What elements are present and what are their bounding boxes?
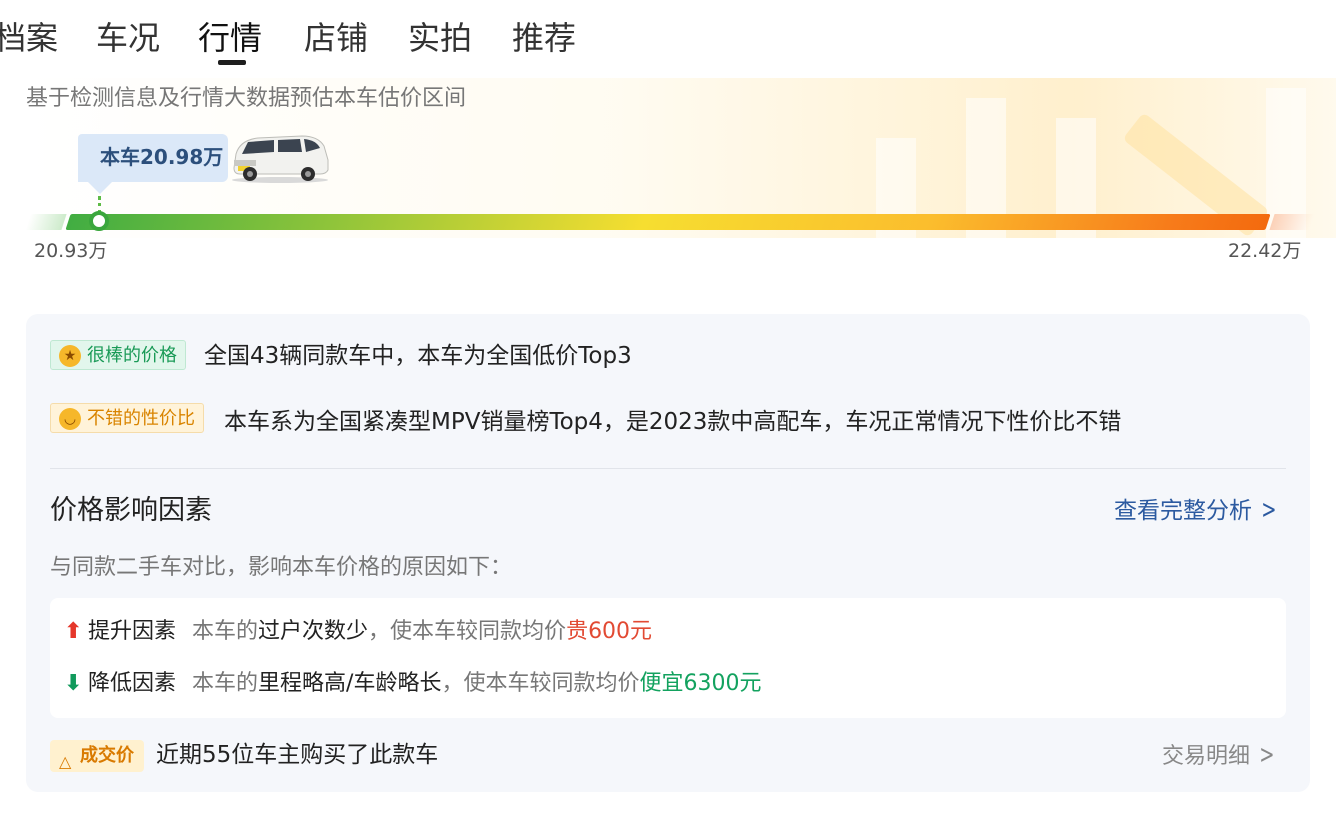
car-thumbnail bbox=[232, 135, 329, 183]
factor-up-middle: ，使本车较同款均价 bbox=[368, 619, 567, 644]
range-bar-right-fade bbox=[1269, 214, 1315, 230]
factor-up-prefix: 本车的 bbox=[192, 619, 259, 644]
transaction-details-label: 交易明细 bbox=[1162, 744, 1251, 769]
great-price-badge-label: 很棒的价格 bbox=[87, 345, 177, 366]
analysis-card: ★ 很棒的价格 全国43辆同款车中，本车为全国低价Top3 ◡ 不错的性价比 本… bbox=[26, 314, 1310, 792]
this-car-marker bbox=[89, 211, 109, 231]
good-value-badge: ◡ 不错的性价比 bbox=[50, 403, 204, 433]
view-full-analysis-label: 查看完整分析 bbox=[1114, 498, 1252, 524]
range-min-label: 20.93万 bbox=[34, 240, 108, 262]
smile-emoji-icon: ◡ bbox=[59, 408, 81, 430]
factor-row-down: ⬇ 降低因素 本车的里程略高/车龄略长，使本车较同款均价便宜6300元 bbox=[64, 668, 761, 700]
tab-condition[interactable]: 车况 bbox=[96, 16, 160, 60]
chevron-right-icon: > bbox=[1261, 495, 1277, 525]
range-bar-left-fade bbox=[25, 214, 67, 230]
divider bbox=[50, 468, 1286, 469]
tab-photos[interactable]: 实拍 bbox=[408, 16, 472, 60]
factor-down-middle: ，使本车较同款均价 bbox=[441, 671, 640, 696]
this-car-price: 本车20.98万 bbox=[100, 145, 224, 169]
factor-down-prefix: 本车的 bbox=[192, 671, 259, 696]
tab-archive[interactable]: 档案 bbox=[0, 16, 58, 60]
factor-up-reason: 过户次数少 bbox=[258, 619, 369, 644]
tab-market[interactable]: 行情 bbox=[198, 16, 262, 60]
tab-recommend[interactable]: 推荐 bbox=[512, 16, 576, 60]
deal-price-badge-label: 成交价 bbox=[80, 745, 134, 766]
good-value-text: 本车系为全国紧凑型MPV销量榜Top4，是2023款中高配车，车况正常情况下性价… bbox=[224, 409, 1122, 435]
factor-box: ⬆ 提升因素 本车的过户次数少，使本车较同款均价贵600元 ⬇ 降低因素 本车的里程略高… bbox=[50, 598, 1286, 718]
star-eyes-emoji-icon: ★ bbox=[59, 345, 81, 367]
view-full-analysis-link[interactable]: 查看完整分析 > bbox=[1114, 492, 1280, 529]
tab-bar: 档案 车况 行情 店铺 实拍 推荐 bbox=[0, 0, 700, 66]
deal-price-badge: △ 成交价 bbox=[50, 740, 144, 772]
factor-row-up: ⬆ 提升因素 本车的过户次数少，使本车较同款均价贵600元 bbox=[64, 616, 652, 648]
active-tab-indicator bbox=[218, 60, 246, 65]
arrow-up-icon: ⬆ bbox=[64, 619, 83, 644]
this-car-price-callout: 本车20.98万 bbox=[78, 134, 228, 194]
transaction-details-link[interactable]: 交易明细 > bbox=[1162, 738, 1278, 774]
great-price-badge: ★ 很棒的价格 bbox=[50, 340, 186, 370]
factor-down-reason: 里程略高/车龄略长 bbox=[258, 671, 442, 696]
factor-down-effect: 便宜6300元 bbox=[639, 671, 762, 696]
deal-summary-text: 近期55位车主购买了此款车 bbox=[156, 742, 439, 768]
price-range-bar bbox=[65, 214, 1271, 230]
good-value-badge-label: 不错的性价比 bbox=[87, 408, 195, 429]
arrow-down-icon: ⬇ bbox=[64, 671, 83, 696]
chevron-right-icon: > bbox=[1259, 740, 1275, 770]
deal-price-icon: △ bbox=[59, 752, 72, 771]
price-factors-subtitle: 与同款二手车对比，影响本车价格的原因如下： bbox=[50, 555, 513, 580]
great-price-text: 全国43辆同款车中，本车为全国低价Top3 bbox=[204, 343, 632, 369]
price-factors-title: 价格影响因素 bbox=[50, 495, 212, 526]
factor-down-label: 降低因素 bbox=[88, 671, 177, 696]
tab-store[interactable]: 店铺 bbox=[304, 16, 368, 60]
estimate-subtitle: 基于检测信息及行情大数据预估本车估价区间 bbox=[26, 86, 467, 111]
range-max-label: 22.42万 bbox=[1228, 240, 1302, 262]
factor-up-effect: 贵600元 bbox=[566, 619, 653, 644]
factor-up-label: 提升因素 bbox=[88, 619, 177, 644]
